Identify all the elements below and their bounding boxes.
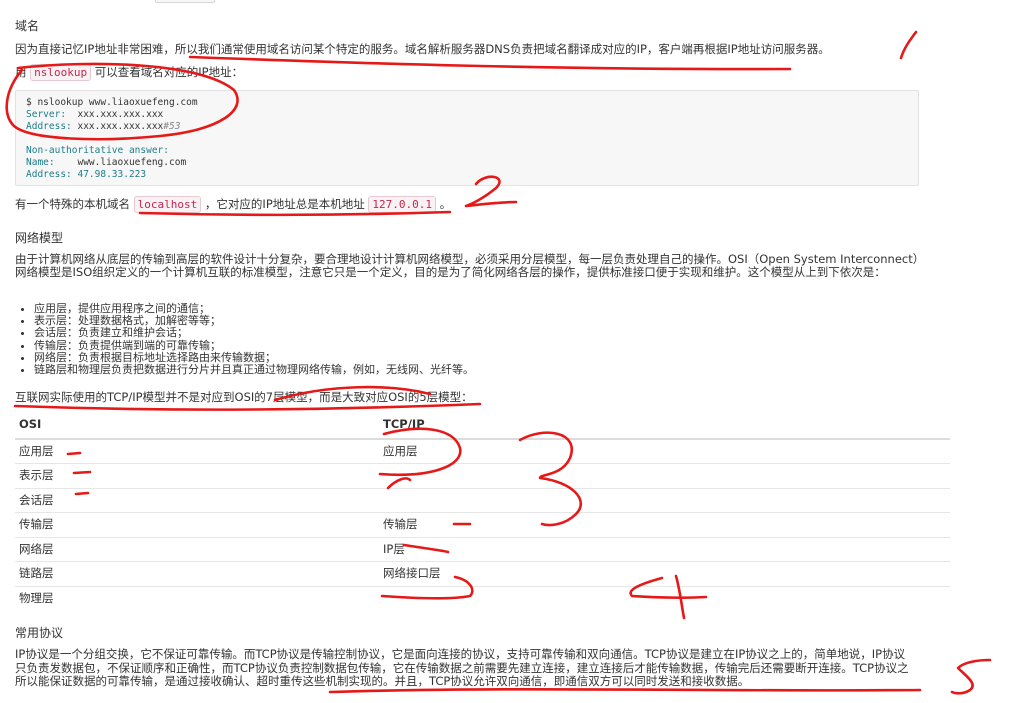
osi-layer-list: 应用层，提供应用程序之间的通信； 表示层：处理数据格式，加解密等等； 会话层：负… bbox=[15, 302, 934, 376]
osi-column-header: OSI bbox=[15, 412, 379, 440]
loopback-ip-code: 127.0.0.1 bbox=[368, 196, 437, 213]
annotation-underline-protocol bbox=[328, 687, 922, 694]
table-row: 链路层 网络接口层 bbox=[15, 561, 950, 587]
domain-intro: 因为直接记忆IP地址非常困难，所以我们通常使用域名访问某个特定的服务。域名解析服… bbox=[15, 42, 830, 56]
heading-common-protocols: 常用协议 bbox=[15, 626, 64, 640]
top-edge-stub bbox=[155, 0, 215, 3]
list-item: 链路层和物理层负责把数据进行分片并且真正通过物理网络传输，例如，无线网、光纤等。 bbox=[34, 363, 934, 376]
table-row: 表示层 bbox=[15, 463, 950, 489]
localhost-code: localhost bbox=[133, 196, 202, 213]
table-row: 网络层 IP层 bbox=[15, 536, 950, 562]
tcpip-note: 互联网实际使用的TCP/IP模型并不是对应到OSI的7层模型，而是大致对应OSI… bbox=[15, 390, 473, 404]
table-row: 应用层 应用层 bbox=[15, 438, 950, 464]
tcpip-column-header: TCP/IP bbox=[379, 412, 950, 440]
table-header-row: OSI TCP/IP bbox=[15, 412, 950, 440]
localhost-line: 有一个特殊的本机域名 localhost ，它对应的IP地址总是本机地址 127… bbox=[15, 196, 452, 213]
table-row: 物理层 bbox=[15, 585, 950, 611]
nslookup-line: 用 nslookup 可以查看域名对应的IP地址： bbox=[15, 64, 244, 81]
table-row: 会话层 bbox=[15, 487, 950, 513]
nslookup-code: nslookup bbox=[30, 64, 92, 81]
protocol-body: IP协议是一个分组交换，它不保证可靠传输。而TCP协议是传输控制协议，它是面向连… bbox=[15, 647, 909, 688]
osi-tcpip-table: OSI TCP/IP 应用层 应用层 表示层 会话层 传输层 传输层 网络层 I… bbox=[15, 412, 950, 611]
heading-domain: 域名 bbox=[15, 19, 40, 33]
nslookup-code-block: $ nslookup www.liaoxuefeng.com Server: x… bbox=[15, 90, 919, 186]
annotation-mark-5 bbox=[950, 658, 992, 695]
list-item: 传输层：负责提供端到端的可靠传输； bbox=[34, 339, 934, 352]
network-intro: 由于计算机网络从底层的传输到高层的软件设计十分复杂，要合理地设计计算机网络模型，… bbox=[15, 252, 925, 279]
heading-network-model: 网络模型 bbox=[15, 231, 64, 245]
list-item: 会话层：负责建立和维护会话； bbox=[34, 327, 934, 339]
table-row: 传输层 传输层 bbox=[15, 512, 950, 538]
